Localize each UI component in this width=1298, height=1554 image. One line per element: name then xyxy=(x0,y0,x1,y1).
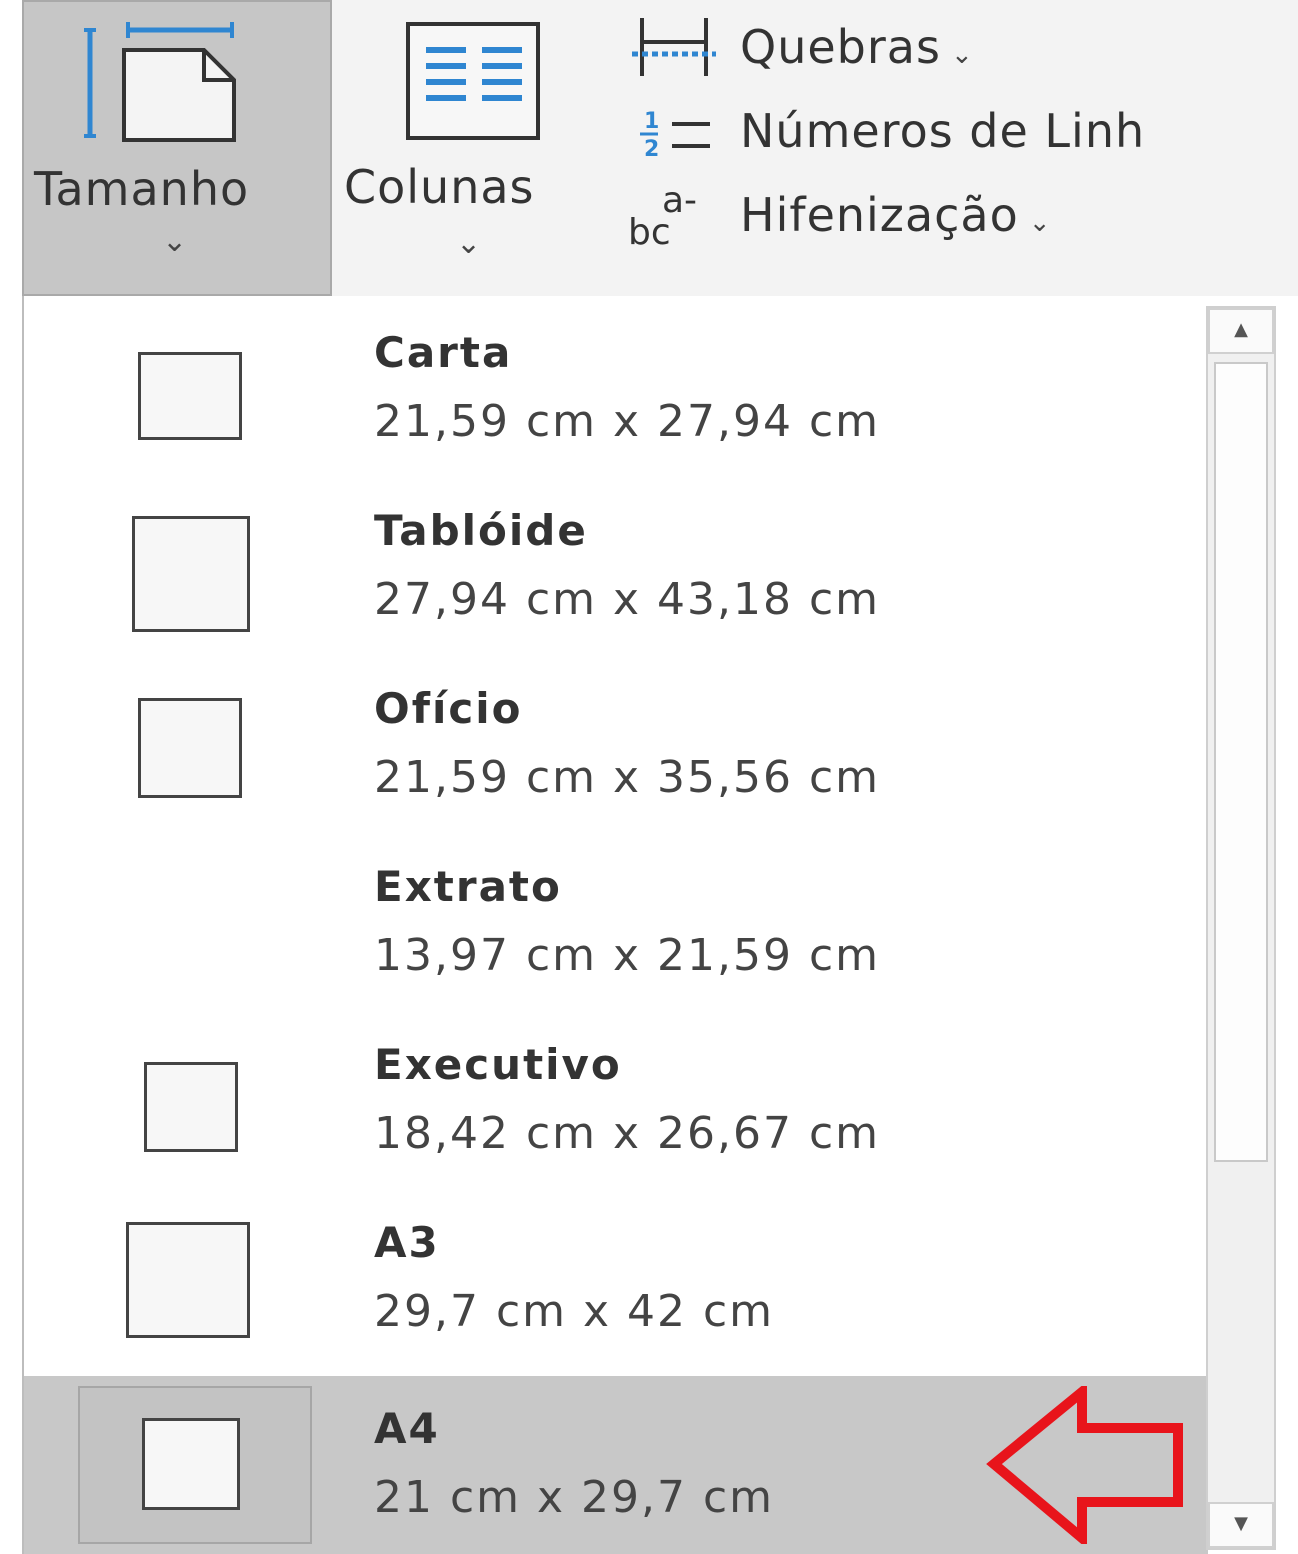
size-option-name: Tablóide xyxy=(374,506,588,555)
columns-icon xyxy=(406,22,540,140)
annotation-arrow-icon xyxy=(986,1386,1183,1544)
page-thumbnail xyxy=(78,310,312,468)
line-numbers-icon-top: 1 xyxy=(644,109,659,134)
line-numbers-label: Números de Linh xyxy=(740,104,1146,158)
size-option-dimensions: 21 cm x 29,7 cm xyxy=(374,1472,775,1523)
line-numbers-icon: 1 2 xyxy=(640,109,710,162)
columns-button-label: Colunas xyxy=(344,160,535,214)
size-button[interactable]: Tamanho ⌄ xyxy=(22,0,332,296)
chevron-down-icon: ⌄ xyxy=(1028,208,1052,238)
scroll-up-button[interactable]: ▲ xyxy=(1208,308,1274,354)
hyphenation-icon: a- bc xyxy=(628,182,697,252)
page-size-icon xyxy=(84,22,236,142)
size-option-dimensions: 27,94 cm x 43,18 cm xyxy=(374,574,881,625)
scrollbar-thumb[interactable] xyxy=(1214,362,1268,1162)
size-option-dimensions: 21,59 cm x 27,94 cm xyxy=(374,396,881,447)
chevron-down-icon: ⌄ xyxy=(950,40,974,70)
columns-button[interactable]: Colunas ⌄ xyxy=(336,0,606,296)
page-thumbnail xyxy=(78,666,312,824)
size-option-dimensions: 13,97 cm x 21,59 cm xyxy=(374,930,881,981)
hyphenation-button[interactable]: a- bc Hifenização ⌄ xyxy=(622,182,1298,252)
page-thumbnail xyxy=(78,1022,312,1180)
size-option-name: A4 xyxy=(374,1404,440,1453)
size-button-label: Tamanho xyxy=(34,162,250,216)
breaks-icon xyxy=(632,18,716,76)
size-option-executivo[interactable]: Executivo 18,42 cm x 26,67 cm xyxy=(24,1012,1208,1190)
size-option-name: Executivo xyxy=(374,1040,622,1089)
size-option-a3[interactable]: A3 29,7 cm x 42 cm xyxy=(24,1190,1208,1368)
breaks-label: Quebras xyxy=(740,20,941,74)
breaks-button[interactable]: Quebras ⌄ xyxy=(622,14,1298,84)
page-thumbnail xyxy=(78,1386,312,1544)
size-option-carta[interactable]: Carta 21,59 cm x 27,94 cm xyxy=(24,300,1208,478)
vertical-scrollbar[interactable]: ▲ ▼ xyxy=(1206,306,1276,1550)
size-option-extrato[interactable]: Extrato 13,97 cm x 21,59 cm xyxy=(24,834,1208,1012)
hyphenation-icon-bottom: bc xyxy=(628,212,671,252)
line-numbers-button[interactable]: 1 2 Números de Linh xyxy=(622,98,1298,168)
size-option-name: Carta xyxy=(374,328,513,377)
size-option-tabloide[interactable]: Tablóide 27,94 cm x 43,18 cm xyxy=(24,478,1208,656)
size-option-name: Ofício xyxy=(374,684,523,733)
size-option-name: A3 xyxy=(374,1218,440,1267)
line-numbers-icon-bottom: 2 xyxy=(644,137,659,162)
size-option-name: Extrato xyxy=(374,862,562,911)
size-option-dimensions: 29,7 cm x 42 cm xyxy=(374,1286,775,1337)
hyphenation-label: Hifenização xyxy=(740,188,1019,242)
scroll-down-button[interactable]: ▼ xyxy=(1208,1502,1274,1548)
size-dropdown-menu: Carta 21,59 cm x 27,94 cm Tablóide 27,94… xyxy=(22,296,1284,1554)
chevron-down-icon: ⌄ xyxy=(456,226,482,261)
size-option-dimensions: 21,59 cm x 35,56 cm xyxy=(374,752,881,803)
page-thumbnail xyxy=(78,1200,312,1358)
page-thumbnail xyxy=(78,488,312,646)
chevron-down-icon: ⌄ xyxy=(162,224,188,259)
size-option-dimensions: 18,42 cm x 26,67 cm xyxy=(374,1108,881,1159)
size-option-oficio[interactable]: Ofício 21,59 cm x 35,56 cm xyxy=(24,656,1208,834)
